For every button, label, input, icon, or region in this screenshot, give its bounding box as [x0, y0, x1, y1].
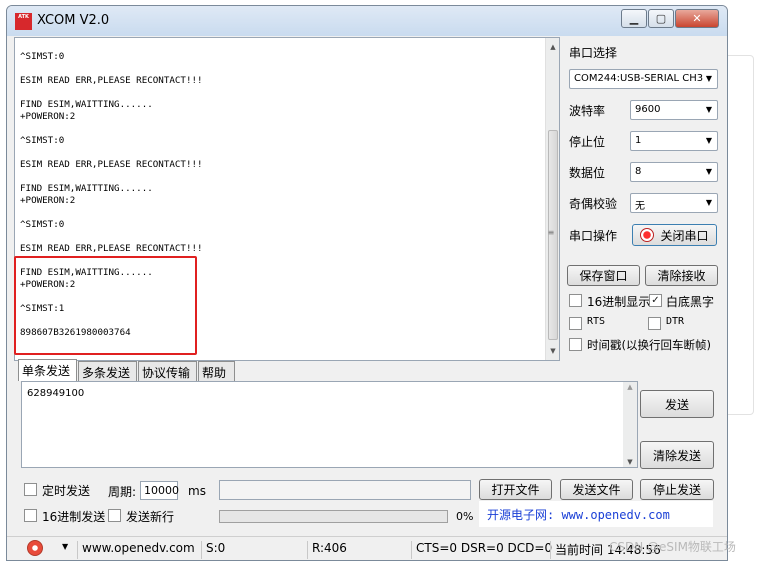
port-select-label: 串口选择	[569, 46, 618, 60]
timed-send-checkbox[interactable]	[24, 483, 37, 496]
send-scrollbar[interactable]: ▲ ▼	[623, 382, 637, 467]
open-file-button[interactable]: 打开文件	[479, 479, 552, 500]
dtr-label: DTR	[666, 316, 685, 327]
status-sent: S:0	[201, 541, 307, 559]
website-link[interactable]: 开源电子网: www.openedv.com	[479, 501, 713, 527]
highlight-box	[14, 256, 197, 355]
send-file-button[interactable]: 发送文件	[560, 479, 633, 500]
clear-receive-button[interactable]: 清除接收	[645, 265, 718, 286]
chevron-down-icon: ▼	[705, 105, 713, 114]
send-button[interactable]: 发送	[640, 390, 714, 418]
timestamp-checkbox[interactable]	[569, 338, 582, 351]
baud-select[interactable]: 9600 ▼	[630, 100, 718, 120]
stop-send-button[interactable]: 停止发送	[640, 479, 714, 500]
baud-label: 波特率	[569, 104, 606, 118]
data-bits-select[interactable]: 8 ▼	[630, 162, 718, 182]
timestamp-label: 时间戳(以换行回车断帧)	[587, 338, 711, 352]
background-card	[724, 55, 754, 415]
tab-protocol[interactable]: 协议传输	[138, 361, 197, 381]
send-progress-bar	[219, 510, 448, 523]
port-select-value: COM244:USB-SERIAL CH3	[574, 73, 704, 84]
rts-checkbox[interactable]	[569, 317, 582, 330]
send-newline-checkbox[interactable]	[108, 509, 121, 522]
send-newline-label: 发送新行	[126, 510, 175, 524]
chevron-down-icon: ▼	[705, 167, 713, 176]
record-icon	[640, 228, 655, 242]
tab-multi-send[interactable]: 多条发送	[78, 361, 137, 381]
watermark: CSDN @eSIM物联工场	[609, 540, 736, 554]
period-input[interactable]: 10000	[140, 481, 179, 500]
timed-send-label: 定时发送	[42, 484, 91, 498]
dtr-checkbox[interactable]	[648, 317, 661, 330]
hex-display-checkbox[interactable]	[569, 294, 582, 307]
app-logo-icon: ATK	[15, 13, 32, 30]
parity-select[interactable]: 无 ▼	[630, 193, 718, 213]
scroll-up-icon[interactable]: ▲	[623, 383, 637, 391]
scroll-up-icon[interactable]: ▲	[546, 40, 559, 54]
hex-send-checkbox[interactable]	[24, 509, 37, 522]
window-title: XCOM V2.0	[37, 13, 110, 28]
baud-value: 9600	[635, 104, 661, 115]
scroll-grip-icon: ≡	[547, 228, 555, 237]
stop-bits-label: 停止位	[569, 135, 606, 149]
save-window-button[interactable]: 保存窗口	[567, 265, 640, 286]
hex-display-label: 16进制显示	[587, 295, 651, 309]
period-label: 周期:	[108, 485, 137, 499]
tab-single-send[interactable]: 单条发送	[18, 359, 77, 381]
title-bar: ATK XCOM V2.0 ▁ ▢ ✕	[7, 6, 727, 36]
port-select[interactable]: COM244:USB-SERIAL CH3 ▼	[569, 69, 718, 89]
receive-scrollbar[interactable]: ▲ ≡ ▼	[545, 38, 559, 360]
chevron-down-icon: ▼	[705, 198, 713, 207]
stop-bits-value: 1	[635, 135, 642, 146]
stop-bits-select[interactable]: 1 ▼	[630, 131, 718, 151]
white-bg-label: 白底黑字	[666, 295, 715, 309]
hex-send-label: 16进制发送	[42, 510, 106, 524]
scroll-down-icon[interactable]: ▼	[623, 458, 637, 466]
close-button[interactable]: ✕	[675, 9, 719, 28]
parity-value: 无	[635, 201, 645, 212]
chevron-down-icon: ▼	[705, 136, 713, 145]
scroll-down-icon[interactable]: ▼	[546, 344, 559, 358]
tab-help[interactable]: 帮助	[198, 361, 235, 381]
white-bg-checkbox[interactable]: ✓	[649, 294, 662, 307]
close-port-label: 关闭串口	[660, 228, 709, 243]
parity-label: 奇偶校验	[569, 197, 618, 211]
status-received: R:406	[307, 541, 411, 559]
xcom-window: ATK XCOM V2.0 ▁ ▢ ✕ ^SIMST:0 ESIM READ E…	[6, 5, 728, 561]
send-input-area[interactable]: 628949100 ▲ ▼	[21, 381, 638, 468]
rts-label: RTS	[587, 316, 606, 327]
data-bits-label: 数据位	[569, 166, 606, 180]
serial-op-label: 串口操作	[569, 229, 618, 243]
settings-gear-icon[interactable]	[27, 540, 43, 556]
minimize-button[interactable]: ▁	[621, 9, 647, 28]
data-bits-value: 8	[635, 166, 642, 177]
close-port-button[interactable]: 关闭串口	[632, 224, 717, 246]
send-progress-percent: 0%	[456, 510, 474, 523]
chevron-down-icon: ▼	[705, 74, 713, 83]
status-url[interactable]: www.openedv.com	[77, 541, 201, 559]
status-lines: CTS=0 DSR=0 DCD=0	[411, 541, 552, 559]
clear-send-button[interactable]: 清除发送	[640, 441, 714, 469]
file-path-field[interactable]	[219, 480, 471, 500]
send-input-text: 628949100	[27, 388, 85, 399]
chevron-down-icon[interactable]: ▼	[62, 542, 68, 551]
maximize-button[interactable]: ▢	[648, 9, 674, 28]
period-unit: ms	[188, 484, 206, 498]
